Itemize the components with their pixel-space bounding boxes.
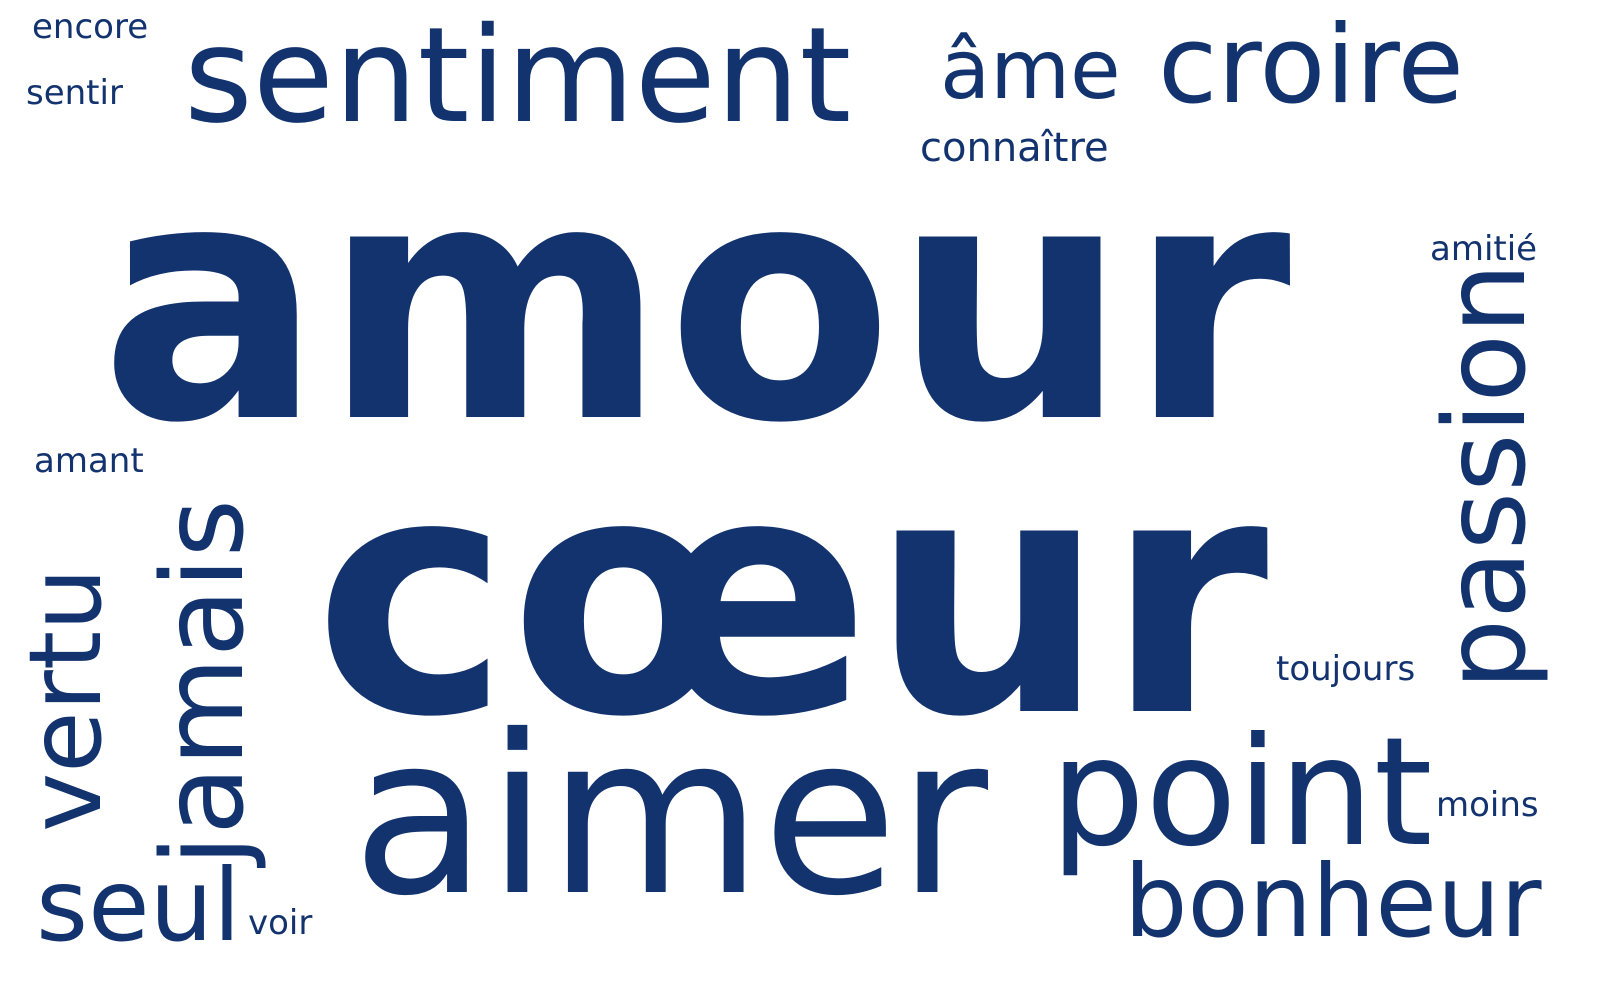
word-connaitre: connaître [920, 125, 1109, 171]
word-croire: croire [1158, 3, 1464, 128]
word-jamais: jamais [139, 499, 269, 866]
word-encore: encore [32, 7, 149, 47]
word-aimer: aimer [352, 688, 989, 944]
word-vertu: vertu [7, 567, 124, 832]
word-amitie: amitié [1430, 229, 1538, 269]
word-bonheur: bonheur [1124, 843, 1542, 960]
word-passion: passion [1421, 262, 1551, 690]
word-voir: voir [248, 903, 313, 943]
word-seul: seul [36, 847, 241, 964]
word-sentiment: sentiment [184, 0, 852, 153]
word-ame: âme [940, 23, 1121, 118]
word-sentir: sentir [26, 73, 123, 113]
word-moins: moins [1436, 785, 1539, 825]
word-cloud: amour cœur sentiment âme croire connaîtr… [0, 0, 1600, 1000]
word-toujours: toujours [1276, 649, 1416, 689]
word-amant: amant [34, 441, 144, 481]
